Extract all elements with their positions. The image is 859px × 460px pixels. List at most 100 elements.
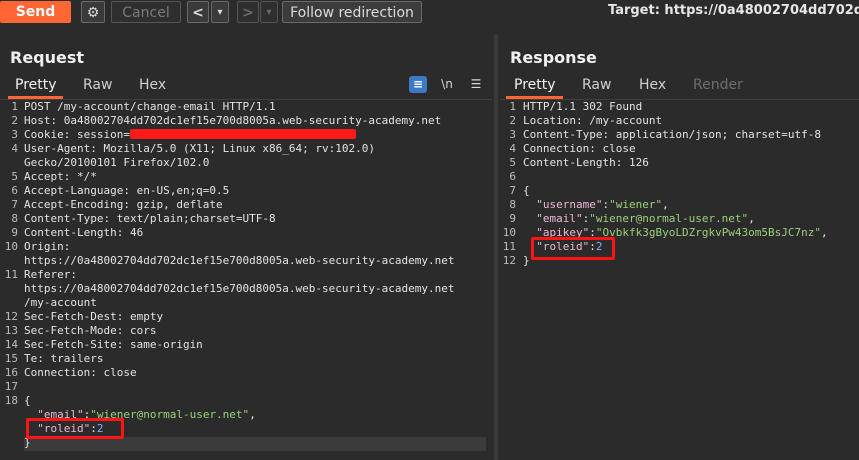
code-line[interactable]: 3 Content-Type: application/json; charset… xyxy=(500,128,859,142)
line-number: 9 xyxy=(11,226,18,239)
line-text: "email":"wiener@normal-user.net", xyxy=(536,212,755,225)
code-line[interactable]: 17 xyxy=(0,380,492,394)
code-line[interactable]: 11 Referer: xyxy=(0,268,492,282)
line-text: Connection: close xyxy=(523,142,636,155)
line-text: POST /my-account/change-email HTTP/1.1 xyxy=(24,100,276,113)
line-number: 3 xyxy=(509,128,516,141)
line-number: 9 xyxy=(509,212,516,225)
line-text: "username":"wiener", xyxy=(536,198,669,211)
request-editor[interactable]: 1 POST /my-account/change-email HTTP/1.1 2… xyxy=(0,99,492,460)
request-tab-pretty[interactable]: Pretty xyxy=(15,77,57,93)
code-line[interactable]: 7 Accept-Encoding: gzip, deflate xyxy=(0,198,492,212)
code-line[interactable]: 2 Host: 0a48002704dd702dc1ef15e700d8005a.… xyxy=(0,114,492,128)
response-editor[interactable]: 1 HTTP/1.1 302 Found 2 Location: /my-accoun… xyxy=(500,99,859,460)
line-text: Accept-Encoding: gzip, deflate xyxy=(24,198,223,211)
code-line[interactable]: Gecko/20100101 Firefox/102.0 xyxy=(0,156,492,170)
forward-button[interactable]: > xyxy=(237,1,259,23)
follow-redirection-button[interactable]: Follow redirection xyxy=(282,1,422,23)
response-title: Response xyxy=(510,48,597,67)
back-dropdown-button[interactable]: ▾ xyxy=(211,1,229,23)
newline-icon[interactable]: \n xyxy=(438,76,456,93)
response-tab-render[interactable]: Render xyxy=(693,77,743,93)
forward-dropdown-button[interactable]: ▾ xyxy=(260,1,278,23)
line-number: 16 xyxy=(4,366,18,379)
line-number: 8 xyxy=(509,198,516,211)
line-number: 17 xyxy=(4,380,18,393)
line-number: 7 xyxy=(11,198,18,211)
code-line[interactable]: 8 "username":"wiener", xyxy=(500,198,859,212)
code-line[interactable]: 5 Content-Length: 126 xyxy=(500,156,859,170)
line-number: 18 xyxy=(4,394,18,407)
cancel-button[interactable]: Cancel xyxy=(111,1,181,23)
code-line[interactable]: 1 POST /my-account/change-email HTTP/1.1 xyxy=(0,100,492,114)
line-number: 6 xyxy=(509,170,516,183)
wrap-icon[interactable]: ≡ xyxy=(409,76,427,93)
code-line[interactable]: 4 User-Agent: Mozilla/5.0 (X11; Linux x86… xyxy=(0,142,492,156)
line-number: 3 xyxy=(11,128,18,141)
code-line[interactable]: 15 Te: trailers xyxy=(0,352,492,366)
line-number: 5 xyxy=(509,156,516,169)
line-text: /my-account xyxy=(24,296,97,309)
gear-icon: ⚙ xyxy=(86,5,100,21)
code-line[interactable]: 13 Sec-Fetch-Mode: cors xyxy=(0,324,492,338)
code-line[interactable]: 5 Accept: */* xyxy=(0,170,492,184)
code-line[interactable]: 3 Cookie: session= xyxy=(0,128,492,142)
code-line[interactable]: 4 Connection: close xyxy=(500,142,859,156)
response-tab-raw[interactable]: Raw xyxy=(582,77,611,93)
line-number: 8 xyxy=(11,212,18,225)
menu-icon[interactable]: ☰ xyxy=(467,76,485,93)
code-line[interactable]: /my-account xyxy=(0,296,492,310)
code-line[interactable]: 14 Sec-Fetch-Site: same-origin xyxy=(0,338,492,352)
response-tabs: Pretty Raw Hex Render xyxy=(500,76,859,99)
code-line[interactable]: 6 Accept-Language: en-US,en;q=0.5 xyxy=(0,184,492,198)
send-button[interactable]: Send xyxy=(0,1,71,23)
response-panel: Response Pretty Raw Hex Render 1 HTTP/1.1… xyxy=(500,34,859,460)
response-tab-hex[interactable]: Hex xyxy=(639,77,666,93)
code-line[interactable]: 8 Content-Type: text/plain;charset=UTF-8 xyxy=(0,212,492,226)
panel-divider[interactable] xyxy=(494,34,498,460)
line-text: Gecko/20100101 Firefox/102.0 xyxy=(24,156,210,169)
line-text: { xyxy=(523,184,530,197)
line-number: 12 xyxy=(502,254,516,267)
back-button[interactable]: < xyxy=(187,1,209,23)
line-number: 2 xyxy=(11,114,18,127)
code-line[interactable]: 9 Content-Length: 46 xyxy=(0,226,492,240)
settings-button[interactable]: ⚙ xyxy=(81,1,105,23)
line-number: 2 xyxy=(509,114,516,127)
line-text: HTTP/1.1 302 Found xyxy=(523,100,643,113)
line-text: Origin: xyxy=(24,240,71,253)
line-text: Connection: close xyxy=(24,366,137,379)
line-number: 1 xyxy=(11,100,18,113)
code-line[interactable]: 1 HTTP/1.1 302 Found xyxy=(500,100,859,114)
line-number: 10 xyxy=(4,240,18,253)
line-number: 4 xyxy=(509,142,516,155)
redacted-session-value xyxy=(129,129,356,139)
code-line[interactable]: 12 Sec-Fetch-Dest: empty xyxy=(0,310,492,324)
code-line[interactable]: 7{ xyxy=(500,184,859,198)
request-tab-hex[interactable]: Hex xyxy=(139,77,166,93)
toolbar: Send ⚙ Cancel < ▾ > ▾ Follow redirection… xyxy=(0,0,859,24)
line-text: Accept-Language: en-US,en;q=0.5 xyxy=(24,184,230,197)
line-number: 13 xyxy=(4,324,18,337)
code-line[interactable]: https://0a48002704dd702dc1ef15e700d8005a… xyxy=(0,282,492,296)
line-text: Referer: xyxy=(24,268,77,281)
line-number: 6 xyxy=(11,184,18,197)
line-number: 15 xyxy=(4,352,18,365)
response-tab-pretty[interactable]: Pretty xyxy=(514,77,556,93)
code-line[interactable]: 18 { xyxy=(0,394,492,408)
target-url[interactable]: Target: https://0a48002704dd702dc1e xyxy=(608,0,859,24)
line-text: Sec-Fetch-Dest: empty xyxy=(24,310,164,323)
line-number: 7 xyxy=(509,184,516,197)
code-line[interactable]: 16 Connection: close xyxy=(0,366,492,380)
code-line[interactable]: 2 Location: /my-account xyxy=(500,114,859,128)
request-code[interactable]: 1 POST /my-account/change-email HTTP/1.1 2… xyxy=(0,100,492,450)
line-number: 11 xyxy=(502,240,516,253)
code-line[interactable]: https://0a48002704dd702dc1ef15e700d8005a… xyxy=(0,254,492,268)
line-text: Content-Length: 126 xyxy=(523,156,649,169)
code-line[interactable]: 10 Origin: xyxy=(0,240,492,254)
request-tab-raw[interactable]: Raw xyxy=(83,77,112,93)
code-line[interactable]: 6 xyxy=(500,170,859,184)
line-number: 1 xyxy=(509,100,516,113)
line-text: } xyxy=(523,254,530,267)
code-line[interactable]: 9 "email":"wiener@normal-user.net", xyxy=(500,212,859,226)
